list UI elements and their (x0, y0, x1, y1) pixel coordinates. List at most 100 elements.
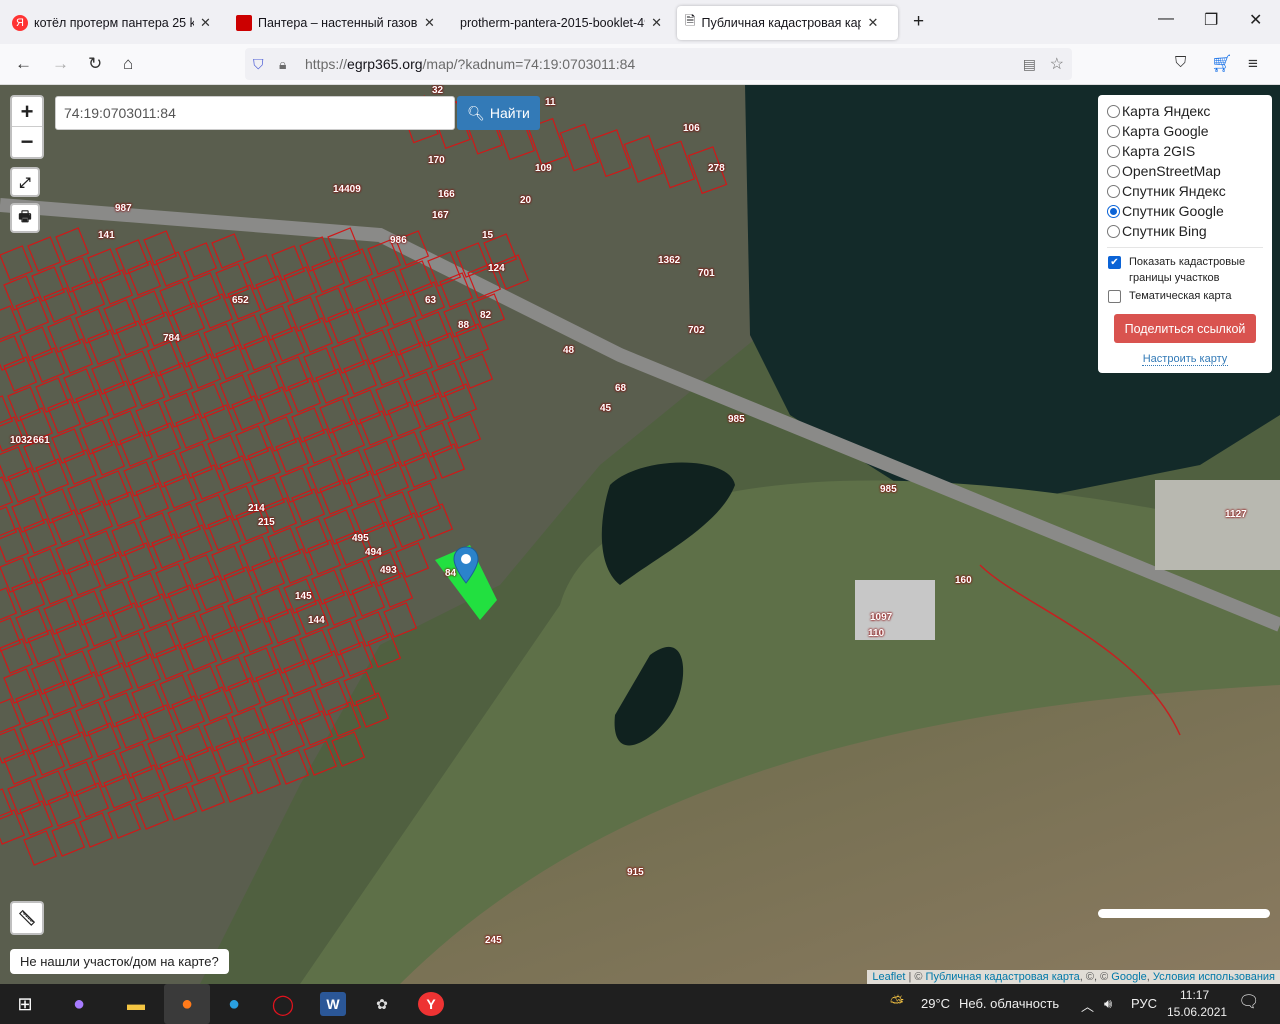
zoom-in-button[interactable]: + (12, 97, 42, 127)
cart-icon[interactable]: 🛒︎ (1211, 54, 1233, 74)
find-button[interactable]: 🔍︎ Найти (457, 96, 540, 130)
radio-button[interactable] (1107, 224, 1120, 238)
ruler-button[interactable]: 📏︎ (10, 901, 44, 935)
parcel-label[interactable]: 987 (115, 203, 132, 214)
radio-button[interactable] (1107, 184, 1120, 198)
thematic-map-checkbox[interactable]: Тематическая карта (1107, 288, 1263, 304)
parcel-label[interactable]: 985 (728, 414, 745, 425)
parcel-label[interactable]: 214 (248, 503, 265, 514)
fullscreen-button[interactable]: ⤢ (10, 167, 40, 197)
parcel-label[interactable]: 11 (545, 97, 556, 108)
layer-option[interactable]: Карта Яндекс (1107, 101, 1263, 121)
clock-date[interactable]: 15.06.2021 (1167, 1005, 1227, 1019)
weather-text[interactable]: Неб. облачность (959, 996, 1059, 1011)
parcel-label[interactable]: 88 (458, 320, 469, 331)
parcel-label[interactable]: 32 (432, 85, 443, 96)
app-icon[interactable]: ✿ (369, 992, 395, 1016)
close-tab-icon[interactable]: ✕ (200, 15, 211, 31)
parcel-label[interactable]: 144 (308, 615, 325, 626)
notifications-icon[interactable]: 🗨︎ (1238, 992, 1260, 1012)
share-link-button[interactable]: Поделиться ссылкой (1114, 314, 1256, 343)
layer-option[interactable]: Спутник Bing (1107, 221, 1263, 241)
parcel-label[interactable]: 124 (488, 263, 505, 274)
layer-option[interactable]: OpenStreetMap (1107, 161, 1263, 181)
parcel-label[interactable]: 701 (698, 268, 715, 279)
menu-icon[interactable]: ≡ (1248, 54, 1258, 74)
forward-icon[interactable]: → (52, 54, 69, 74)
restore-button[interactable]: ❐ (1204, 10, 1218, 30)
volume-icon[interactable]: 🔊︎ (1104, 996, 1112, 1012)
back-icon[interactable]: ← (15, 54, 32, 74)
not-found-link[interactable]: Не нашли участок/дом на карте? (10, 949, 229, 974)
radio-button[interactable] (1107, 124, 1120, 138)
parcel-label[interactable]: 110 (868, 628, 884, 639)
show-borders-checkbox[interactable]: ✔ Показать кадастровые границы участков (1107, 254, 1263, 286)
parcel-label[interactable]: 48 (563, 345, 574, 356)
word-icon[interactable]: W (320, 992, 346, 1016)
parcel-label[interactable]: 14409 (333, 184, 361, 195)
layer-option[interactable]: Карта 2GIS (1107, 141, 1263, 161)
parcel-label[interactable]: 1032 (10, 435, 32, 446)
close-tab-icon[interactable]: ✕ (424, 15, 435, 31)
parcel-label[interactable]: 245 (485, 935, 502, 946)
radio-button[interactable] (1107, 144, 1120, 158)
parcel-label[interactable]: 1362 (658, 255, 680, 266)
parcel-label[interactable]: 784 (163, 333, 180, 344)
clock-time[interactable]: 11:17 (1180, 988, 1209, 1002)
layer-option[interactable]: Спутник Яндекс (1107, 181, 1263, 201)
map-marker-icon[interactable] (453, 546, 479, 584)
parcel-label[interactable]: 45 (600, 403, 611, 414)
map[interactable]: 987 141 986 14409 170 166 167 985 985 702 701 1362 1… (0, 85, 1280, 984)
firefox-icon[interactable]: ● (164, 984, 210, 1024)
radio-button[interactable] (1107, 204, 1120, 218)
radio-button[interactable] (1107, 104, 1120, 118)
parcel-label[interactable]: 145 (295, 591, 312, 602)
reload-icon[interactable]: ↻ (88, 54, 102, 74)
edge-icon[interactable]: ● (221, 992, 247, 1016)
parcel-label[interactable]: 109 (535, 163, 552, 174)
parcel-label[interactable]: 1127 (1225, 509, 1247, 520)
parcel-label[interactable]: 1097 (870, 612, 892, 623)
print-button[interactable]: 🖶︎ (10, 203, 40, 233)
parcel-label[interactable]: 20 (520, 195, 531, 206)
parcel-label[interactable]: 167 (432, 210, 449, 221)
parcel-label[interactable]: 160 (955, 575, 972, 586)
new-tab-button[interactable]: + (913, 11, 924, 33)
parcel-label[interactable]: 915 (627, 867, 644, 878)
parcel-label[interactable]: 278 (708, 163, 725, 174)
parcel-label[interactable]: 215 (258, 517, 275, 528)
parcel-label[interactable]: 68 (615, 383, 626, 394)
tab-3[interactable]: protherm-pantera-2015-booklet-49 ✕ (452, 6, 670, 40)
parcel-label[interactable]: 106 (683, 123, 700, 134)
configure-map-link[interactable]: Настроить карту (1142, 353, 1228, 366)
cadastral-search-input[interactable]: 74:19:0703011:84 (55, 96, 455, 130)
explorer-icon[interactable]: ▬ (123, 992, 149, 1016)
parcel-label[interactable]: 170 (428, 155, 445, 166)
tab-1[interactable]: Якотёл протерм пантера 25 ktv ✕ (4, 6, 222, 40)
alice-icon[interactable]: ● (66, 992, 92, 1016)
parcel-label[interactable]: 652 (232, 295, 249, 306)
address-bar[interactable]: ⛉ 🔒︎ https://egrp365.org/map/?kadnum=74:… (245, 48, 1072, 80)
parcel-label[interactable]: 702 (688, 325, 705, 336)
home-icon[interactable]: ⌂ (123, 54, 133, 74)
tab-2[interactable]: Пантера – настенный газовый ✕ (228, 6, 446, 40)
zoom-out-button[interactable]: − (12, 127, 42, 157)
parcel-label[interactable]: 82 (480, 310, 491, 321)
parcel-label[interactable]: 141 (98, 230, 115, 241)
layer-option[interactable]: Карта Google (1107, 121, 1263, 141)
parcel-label[interactable]: 63 (425, 295, 436, 306)
parcel-label[interactable]: 495 (352, 533, 369, 544)
close-tab-icon[interactable]: ✕ (867, 15, 878, 31)
parcel-label[interactable]: 986 (390, 235, 407, 246)
pocket-icon[interactable]: ⛉ (1175, 54, 1186, 71)
tray-chevron-icon[interactable]: ︿ (1081, 996, 1094, 1015)
reader-view-icon[interactable]: ▤ (1023, 56, 1036, 73)
start-button[interactable]: ⊞ (12, 992, 38, 1016)
parcel-label[interactable]: 661 (33, 435, 50, 446)
parcel-label[interactable]: 985 (880, 484, 897, 495)
layer-option[interactable]: Спутник Google (1107, 201, 1263, 221)
close-window-button[interactable]: ✕ (1249, 10, 1262, 30)
minimize-button[interactable]: — (1158, 10, 1174, 28)
radio-button[interactable] (1107, 164, 1120, 178)
parcel-label[interactable]: 494 (365, 547, 382, 558)
